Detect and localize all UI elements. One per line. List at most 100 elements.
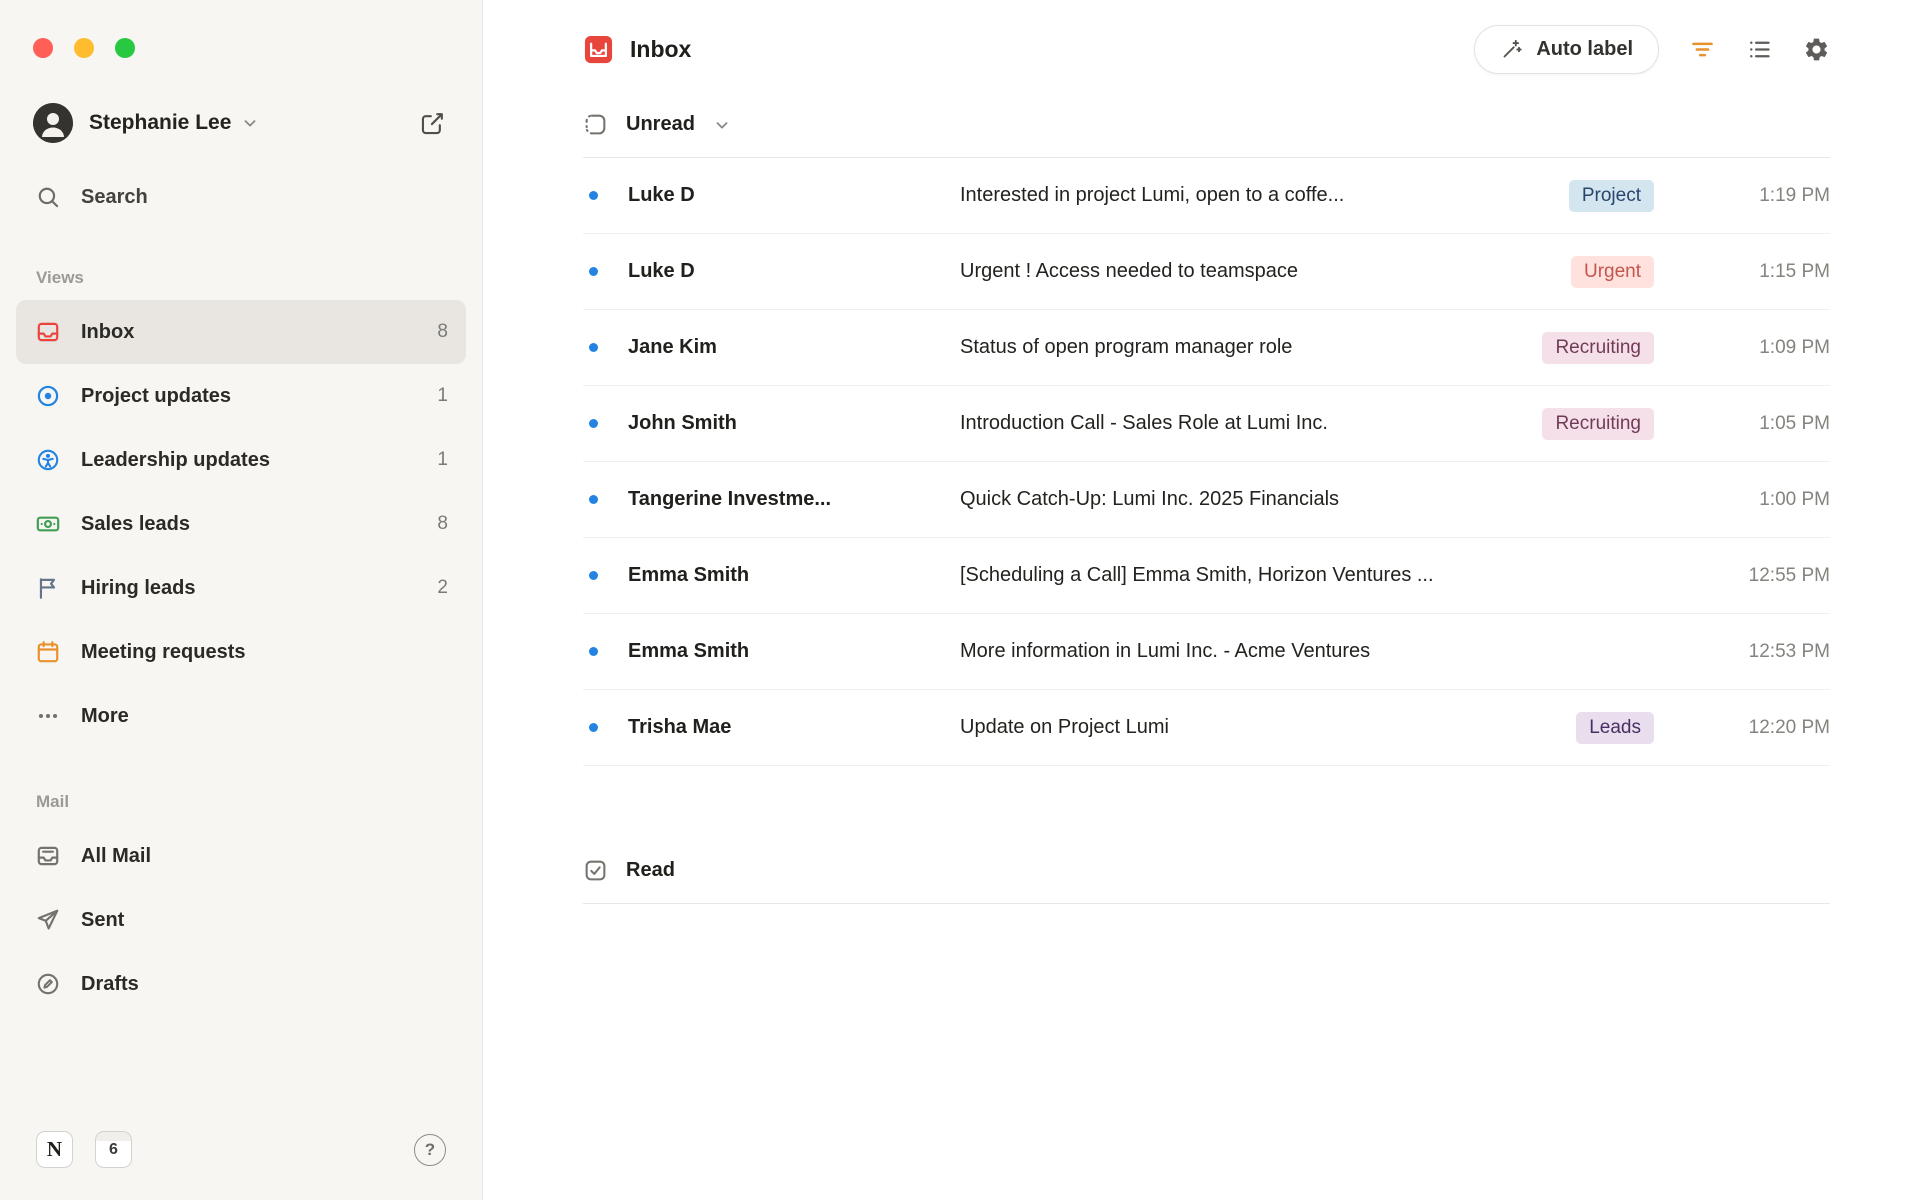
user-name: Stephanie Lee	[89, 111, 232, 134]
email-row[interactable]: Luke D Interested in project Lumi, open …	[583, 158, 1830, 234]
sidebar-item-leadership-updates[interactable]: Leadership updates 1	[16, 428, 466, 492]
sidebar-item-meeting-requests[interactable]: Meeting requests	[16, 620, 466, 684]
email-sender: Jane Kim	[628, 336, 717, 358]
calendar-icon	[34, 639, 61, 665]
email-sender: Trisha Mae	[628, 716, 732, 738]
search-label: Search	[81, 185, 148, 208]
email-sender: Luke D	[628, 260, 695, 282]
unread-dot	[589, 495, 598, 504]
sidebar-item-project-updates[interactable]: Project updates 1	[16, 364, 466, 428]
close-window-button[interactable]	[33, 38, 53, 58]
unread-dot	[589, 723, 598, 732]
email-subject: Quick Catch-Up: Lumi Inc. 2025 Financial…	[960, 488, 1340, 510]
email-time: 1:00 PM	[1759, 488, 1830, 510]
email-row[interactable]: Tangerine Investme... Quick Catch-Up: Lu…	[583, 462, 1830, 538]
sidebar: Stephanie Lee Search Views Inbox 8 Proje…	[0, 0, 483, 1200]
sidebar-item-count: 8	[437, 513, 448, 534]
email-tag[interactable]: Urgent	[1570, 255, 1654, 288]
main-panel: Inbox Auto label Unread Luke D Intereste…	[483, 0, 1920, 1200]
email-tag[interactable]: Recruiting	[1542, 407, 1654, 440]
email-row[interactable]: Emma Smith [Scheduling a Call] Emma Smit…	[583, 538, 1830, 614]
sidebar-item-label: Meeting requests	[81, 640, 246, 663]
sidebar-item-label: Drafts	[81, 972, 139, 995]
sidebar-item-hiring-leads[interactable]: Hiring leads 2	[16, 556, 466, 620]
sidebar-item-sales-leads[interactable]: Sales leads 8	[16, 492, 466, 556]
views-section-label: Views	[36, 268, 84, 287]
email-subject: [Scheduling a Call] Emma Smith, Horizon …	[960, 564, 1434, 586]
compose-icon[interactable]	[419, 110, 446, 137]
email-row[interactable]: Trisha Mae Update on Project Lumi Leads …	[583, 690, 1830, 766]
mail-nav: All Mail Sent Drafts	[0, 824, 482, 1016]
unread-dot	[589, 343, 598, 352]
wand-icon	[1500, 37, 1524, 61]
app-window: Stephanie Lee Search Views Inbox 8 Proje…	[0, 0, 1920, 1200]
sidebar-item-count: 1	[437, 385, 448, 406]
sidebar-item-label: More	[81, 704, 129, 727]
unread-section-title: Unread	[626, 113, 695, 135]
paper-plane-icon	[34, 907, 61, 933]
flag-icon	[34, 575, 61, 601]
email-row[interactable]: John Smith Introduction Call - Sales Rol…	[583, 386, 1830, 462]
email-sender: Emma Smith	[628, 564, 750, 586]
sidebar-item-count: 2	[437, 577, 448, 598]
list-view-icon[interactable]	[1746, 36, 1773, 63]
email-time: 1:15 PM	[1759, 260, 1830, 282]
sidebar-item-more[interactable]: More	[16, 684, 466, 748]
calendar-app-icon[interactable]: 6	[95, 1131, 132, 1168]
email-sender: Emma Smith	[628, 640, 750, 662]
unread-dot	[589, 191, 598, 200]
email-time: 1:05 PM	[1759, 412, 1830, 434]
account-switcher[interactable]: Stephanie Lee	[33, 102, 446, 144]
email-subject: Interested in project Lumi, open to a co…	[960, 184, 1345, 206]
window-controls	[0, 0, 482, 58]
minimize-window-button[interactable]	[74, 38, 94, 58]
sidebar-item-label: Project updates	[81, 384, 232, 407]
help-icon[interactable]: ?	[414, 1133, 446, 1166]
sidebar-item-label: Sent	[81, 908, 125, 931]
avatar	[33, 103, 73, 143]
page-title-text: Inbox	[630, 35, 692, 62]
email-tag[interactable]: Project	[1568, 179, 1654, 212]
page-title: Inbox	[583, 34, 691, 65]
tray-icon	[34, 843, 61, 869]
sidebar-item-drafts[interactable]: Drafts	[16, 952, 466, 1016]
sidebar-item-sent[interactable]: Sent	[16, 888, 466, 952]
email-time: 1:19 PM	[1759, 184, 1830, 206]
search-icon	[35, 184, 61, 210]
auto-label-text: Auto label	[1536, 37, 1633, 60]
email-tag[interactable]: Leads	[1576, 711, 1654, 744]
read-section-title: Read	[626, 859, 675, 881]
sidebar-item-count: 8	[437, 321, 448, 342]
auto-label-button[interactable]: Auto label	[1474, 24, 1659, 74]
email-tag[interactable]: Recruiting	[1542, 331, 1654, 364]
sidebar-item-inbox[interactable]: Inbox 8	[16, 300, 466, 364]
header-actions: Auto label	[1474, 24, 1830, 74]
person-circle-icon	[34, 447, 61, 473]
notion-logo-icon[interactable]: N	[36, 1131, 73, 1168]
sidebar-footer: N 6 ?	[0, 1107, 482, 1200]
checkbox-checked-icon	[583, 858, 608, 883]
read-section-header[interactable]: Read	[583, 854, 1830, 904]
email-row[interactable]: Luke D Urgent ! Access needed to teamspa…	[583, 234, 1830, 310]
unread-dot	[589, 267, 598, 276]
email-time: 12:53 PM	[1748, 640, 1830, 662]
zoom-window-button[interactable]	[115, 38, 135, 58]
email-time: 12:55 PM	[1748, 564, 1830, 586]
unread-section-header[interactable]: Unread	[583, 108, 1830, 158]
sidebar-item-all-mail[interactable]: All Mail	[16, 824, 466, 888]
email-time: 12:20 PM	[1748, 716, 1830, 738]
banknote-icon	[34, 511, 61, 537]
search-input[interactable]: Search	[35, 180, 449, 214]
unread-dot	[589, 647, 598, 656]
filter-icon[interactable]	[1689, 36, 1716, 63]
email-row[interactable]: Emma Smith More information in Lumi Inc.…	[583, 614, 1830, 690]
sidebar-item-label: Leadership updates	[81, 448, 270, 471]
views-nav: Inbox 8 Project updates 1 Leadership upd…	[0, 300, 482, 748]
main-header: Inbox Auto label	[583, 24, 1830, 74]
email-subject: Urgent ! Access needed to teamspace	[960, 260, 1298, 282]
email-sender: Luke D	[628, 184, 695, 206]
sidebar-item-label: Inbox	[81, 320, 135, 343]
email-list: Luke D Interested in project Lumi, open …	[583, 158, 1830, 766]
gear-icon[interactable]	[1803, 36, 1830, 63]
email-row[interactable]: Jane Kim Status of open program manager …	[583, 310, 1830, 386]
